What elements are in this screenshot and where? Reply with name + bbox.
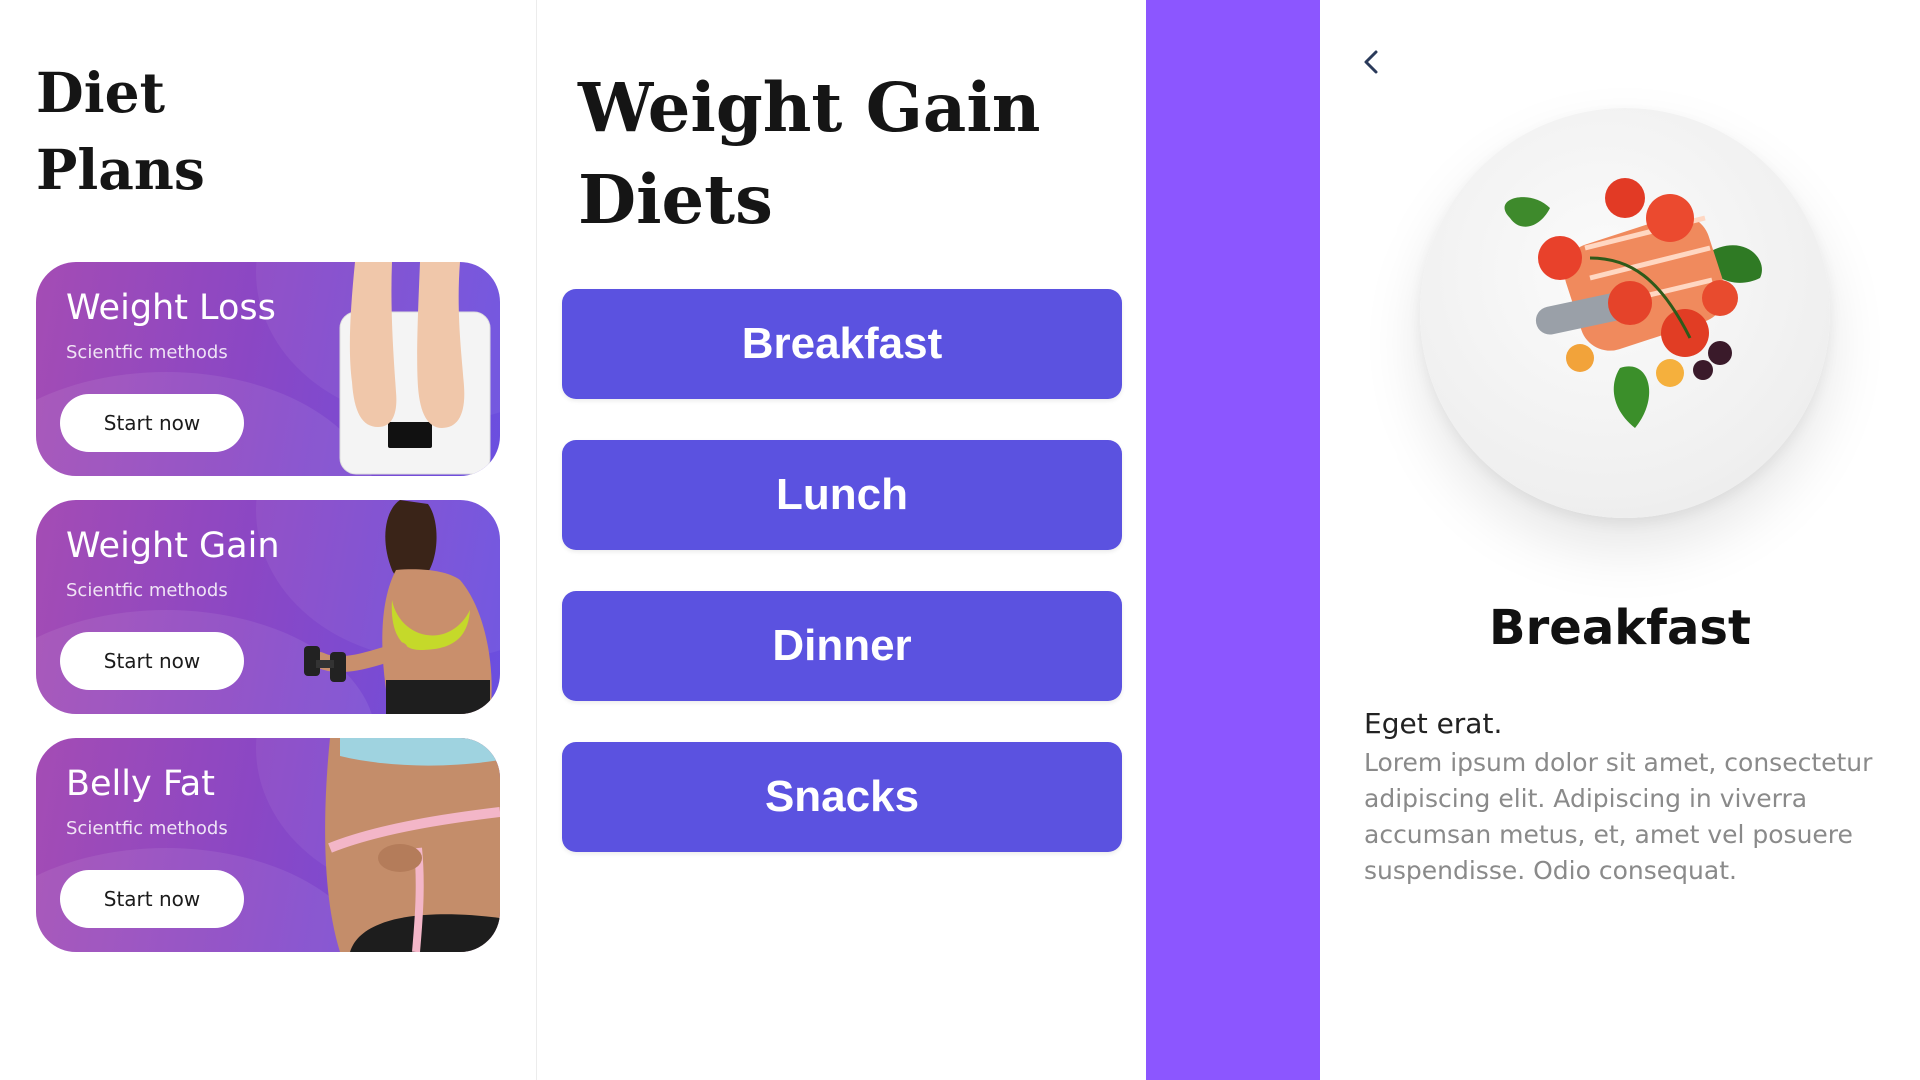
plan-name: Weight Loss: [66, 288, 276, 328]
plan-subtitle: Scientfic methods: [66, 818, 228, 839]
plan-subtitle: Scientfic methods: [66, 342, 228, 363]
plan-subtitle: Scientfic methods: [66, 580, 228, 601]
dinner-button[interactable]: Dinner: [562, 591, 1122, 701]
plan-card-weight-loss[interactable]: Weight Loss Scientfic methods Start now: [36, 262, 500, 476]
plan-name: Weight Gain: [66, 526, 280, 566]
meal-detail-panel: Breakfast Eget erat. Lorem ipsum dolor s…: [1320, 0, 1920, 1080]
snacks-button[interactable]: Snacks: [562, 742, 1122, 852]
scale-feet-image: [339, 262, 491, 475]
detail-title: Breakfast: [1489, 600, 1751, 656]
plan-name: Belly Fat: [66, 764, 215, 804]
diet-plans-title: Diet Plans: [36, 60, 205, 202]
breakfast-button[interactable]: Breakfast: [562, 289, 1122, 399]
start-now-button[interactable]: Start now: [60, 632, 244, 690]
detail-subtitle: Eget erat.: [1364, 707, 1503, 740]
woman-dumbbell-image: [304, 500, 492, 714]
back-button[interactable]: [1354, 44, 1390, 80]
diets-title: Weight Gain Diets: [578, 68, 1041, 239]
plan-card-weight-gain[interactable]: Weight Gain Scientfic methods Start now: [36, 500, 500, 714]
weight-gain-diets-panel: Weight Gain Diets Breakfast Lunch Dinner…: [538, 0, 1146, 1080]
dish-illustration: [1504, 178, 1762, 428]
plan-card-belly-fat[interactable]: Belly Fat Scientfic methods Start now: [36, 738, 500, 952]
detail-description: Lorem ipsum dolor sit amet, consectetur …: [1364, 748, 1873, 885]
start-now-button[interactable]: Start now: [60, 870, 244, 928]
chevron-left-icon: [1364, 50, 1378, 74]
diet-plans-panel: Diet Plans Weight Loss Scientfic methods…: [0, 0, 537, 1080]
waist-measuring-tape-image: [325, 738, 500, 952]
start-now-button[interactable]: Start now: [60, 394, 244, 452]
accent-strip: [1146, 0, 1320, 1080]
salmon-tomato-plate-image: [1420, 108, 1830, 518]
lunch-button[interactable]: Lunch: [562, 440, 1122, 550]
